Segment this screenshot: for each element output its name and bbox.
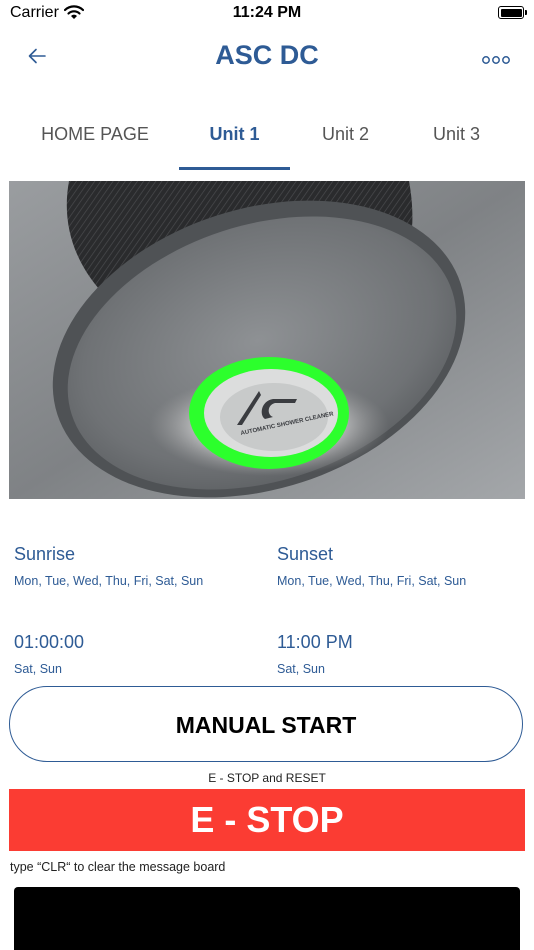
timer-1-schedule: 01:00:00 Sat, Sun bbox=[14, 632, 84, 676]
status-time: 11:24 PM bbox=[232, 4, 302, 21]
tab-unit-3[interactable]: Unit 3 bbox=[401, 110, 512, 170]
timer-2-days: Sat, Sun bbox=[277, 662, 325, 676]
timer-2-schedule: 11:00 PM Sat, Sun bbox=[277, 632, 353, 676]
message-board[interactable] bbox=[14, 887, 520, 950]
active-tab-indicator bbox=[179, 167, 290, 170]
timer-1-time: 01:00:00 bbox=[14, 632, 85, 652]
sunrise-schedule: Sunrise Mon, Tue, Wed, Thu, Fri, Sat, Su… bbox=[14, 544, 203, 588]
status-bar: Carrier 11:24 PM bbox=[0, 0, 534, 30]
sunset-title: Sunset bbox=[277, 544, 334, 564]
more-button[interactable] bbox=[482, 52, 510, 64]
tab-bar: HOME PAGE Unit 1 Unit 2 Unit 3 bbox=[0, 110, 534, 172]
timer-2-time: 11:00 PM bbox=[277, 632, 353, 652]
sunrise-title: Sunrise bbox=[14, 544, 76, 564]
product-image: AUTOMATIC SHOWER CLEANER bbox=[9, 181, 525, 499]
timer-1-days: Sat, Sun bbox=[14, 662, 62, 676]
more-icon bbox=[482, 56, 510, 64]
manual-start-button[interactable]: MANUAL START bbox=[9, 686, 523, 762]
sunset-schedule: Sunset Mon, Tue, Wed, Thu, Fri, Sat, Sun bbox=[277, 544, 466, 588]
nav-bar: ASC DC bbox=[0, 30, 534, 86]
estop-caption: E - STOP and RESET bbox=[208, 771, 326, 785]
battery-icon bbox=[498, 6, 527, 19]
tab-unit-1[interactable]: Unit 1 bbox=[179, 110, 290, 170]
sunrise-days: Mon, Tue, Wed, Thu, Fri, Sat, Sun bbox=[14, 574, 204, 588]
tab-home-page[interactable]: HOME PAGE bbox=[20, 110, 170, 170]
estop-button[interactable]: E - STOP bbox=[9, 789, 525, 851]
tab-unit-2[interactable]: Unit 2 bbox=[290, 110, 401, 170]
sunset-days: Mon, Tue, Wed, Thu, Fri, Sat, Sun bbox=[277, 574, 467, 588]
page-title: ASC DC bbox=[215, 40, 319, 70]
clr-hint: type “CLR“ to clear the message board bbox=[10, 860, 226, 874]
